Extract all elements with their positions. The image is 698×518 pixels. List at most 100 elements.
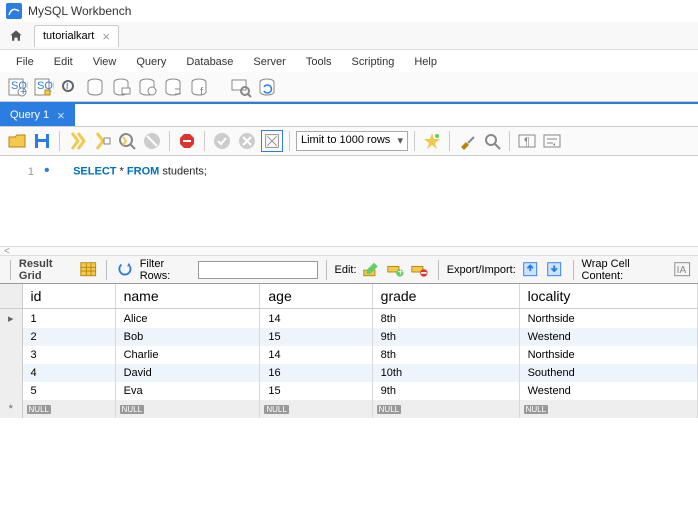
cell[interactable]: Southend (519, 364, 697, 382)
table-row[interactable]: 3 Charlie 14 8th Northside (0, 346, 698, 364)
line-number: 1 (8, 166, 34, 178)
sql-editor[interactable]: 1• SELECT * FROM students; (0, 156, 698, 246)
view-icon[interactable] (136, 76, 158, 98)
autocommit-icon[interactable] (261, 130, 283, 152)
table-row[interactable]: 4 David 16 10th Southend (0, 364, 698, 382)
inspector-icon[interactable]: i (58, 76, 80, 98)
home-icon[interactable] (6, 26, 26, 46)
cell[interactable]: Northside (519, 346, 697, 364)
null-cell[interactable]: NULL (260, 400, 372, 418)
menu-tools[interactable]: Tools (296, 54, 342, 68)
pane-splitter[interactable]: < (0, 246, 698, 256)
add-row-icon[interactable]: + (385, 259, 405, 281)
search-icon[interactable] (230, 76, 252, 98)
cell[interactable]: 3 (22, 346, 115, 364)
col-age[interactable]: age (260, 284, 372, 309)
col-locality[interactable]: locality (519, 284, 697, 309)
cell[interactable]: 14 (260, 346, 372, 364)
brush-icon[interactable] (456, 130, 478, 152)
result-grid-icon[interactable] (78, 259, 98, 281)
cell[interactable]: 15 (260, 382, 372, 400)
menu-help[interactable]: Help (404, 54, 447, 68)
table-row[interactable]: ▸ 1 Alice 14 8th Northside (0, 309, 698, 329)
cell[interactable]: Westend (519, 382, 697, 400)
col-grade[interactable]: grade (372, 284, 519, 309)
procedure-icon[interactable] (162, 76, 184, 98)
cell[interactable]: 1 (22, 309, 115, 329)
cell[interactable]: 16 (260, 364, 372, 382)
execute-current-icon[interactable] (91, 130, 113, 152)
dropdown-icon: ▾ (397, 134, 403, 147)
cell[interactable]: 8th (372, 309, 519, 329)
save-icon[interactable] (31, 130, 53, 152)
query-tab-close-icon[interactable]: × (57, 108, 65, 123)
menu-database[interactable]: Database (176, 54, 243, 68)
limit-rows-select[interactable]: Limit to 1000 rows ▾ (296, 131, 408, 151)
open-file-icon[interactable] (6, 130, 28, 152)
menu-scripting[interactable]: Scripting (342, 54, 405, 68)
cell[interactable]: 8th (372, 346, 519, 364)
table-icon[interactable] (110, 76, 132, 98)
beautify-icon[interactable] (421, 130, 443, 152)
cell[interactable]: Northside (519, 309, 697, 329)
cell[interactable]: Westend (519, 328, 697, 346)
commit-icon[interactable] (211, 130, 233, 152)
reconnect-icon[interactable] (256, 76, 278, 98)
col-id[interactable]: id (22, 284, 115, 309)
cell[interactable]: David (115, 364, 260, 382)
svg-text:i: i (66, 80, 68, 92)
row-marker (0, 346, 22, 364)
document-tab-close-icon[interactable]: × (102, 29, 110, 44)
edit-row-icon[interactable] (361, 259, 381, 281)
schema-icon[interactable] (84, 76, 106, 98)
cell[interactable]: 5 (22, 382, 115, 400)
export-icon[interactable] (520, 259, 540, 281)
document-tab[interactable]: tutorialkart × (34, 25, 119, 47)
cell[interactable]: Eva (115, 382, 260, 400)
document-tab-row: tutorialkart × (0, 22, 698, 50)
find-icon[interactable] (481, 130, 503, 152)
wrap-icon[interactable] (541, 130, 563, 152)
delete-row-icon[interactable] (409, 259, 429, 281)
explain-icon[interactable] (116, 130, 138, 152)
menu-server[interactable]: Server (243, 54, 295, 68)
rollback-icon[interactable] (236, 130, 258, 152)
cell[interactable]: 10th (372, 364, 519, 382)
menu-query[interactable]: Query (126, 54, 176, 68)
row-marker-header (0, 284, 22, 309)
cell[interactable]: 9th (372, 382, 519, 400)
null-cell[interactable]: NULL (372, 400, 519, 418)
null-cell[interactable]: NULL (22, 400, 115, 418)
cell[interactable]: Alice (115, 309, 260, 329)
table-row-new[interactable]: * NULL NULL NULL NULL NULL (0, 400, 698, 418)
cell[interactable]: 9th (372, 328, 519, 346)
menu-view[interactable]: View (83, 54, 127, 68)
null-cell[interactable]: NULL (115, 400, 260, 418)
menu-edit[interactable]: Edit (44, 54, 83, 68)
toggle-invisibles-icon[interactable]: ¶ (516, 130, 538, 152)
null-cell[interactable]: NULL (519, 400, 697, 418)
cell[interactable]: 15 (260, 328, 372, 346)
function-icon[interactable]: f (188, 76, 210, 98)
import-icon[interactable] (544, 259, 564, 281)
result-grid[interactable]: id name age grade locality ▸ 1 Alice 14 … (0, 284, 698, 418)
query-tab[interactable]: Query 1 × (0, 104, 75, 126)
cell[interactable]: 4 (22, 364, 115, 382)
col-name[interactable]: name (115, 284, 260, 309)
filter-rows-input[interactable] (198, 261, 318, 279)
title-bar: MySQL Workbench (0, 0, 698, 22)
open-sql-script-icon[interactable]: SQL (32, 76, 54, 98)
stop-on-error-icon[interactable] (176, 130, 198, 152)
cell[interactable]: Charlie (115, 346, 260, 364)
cell[interactable]: 14 (260, 309, 372, 329)
cell[interactable]: 2 (22, 328, 115, 346)
menu-file[interactable]: File (6, 54, 44, 68)
execute-icon[interactable] (66, 130, 88, 152)
new-sql-tab-icon[interactable]: SQL+ (6, 76, 28, 98)
table-row[interactable]: 2 Bob 15 9th Westend (0, 328, 698, 346)
stop-icon[interactable] (141, 130, 163, 152)
table-row[interactable]: 5 Eva 15 9th Westend (0, 382, 698, 400)
refresh-icon[interactable] (115, 259, 135, 281)
wrap-cell-icon[interactable]: IA (672, 259, 692, 281)
cell[interactable]: Bob (115, 328, 260, 346)
